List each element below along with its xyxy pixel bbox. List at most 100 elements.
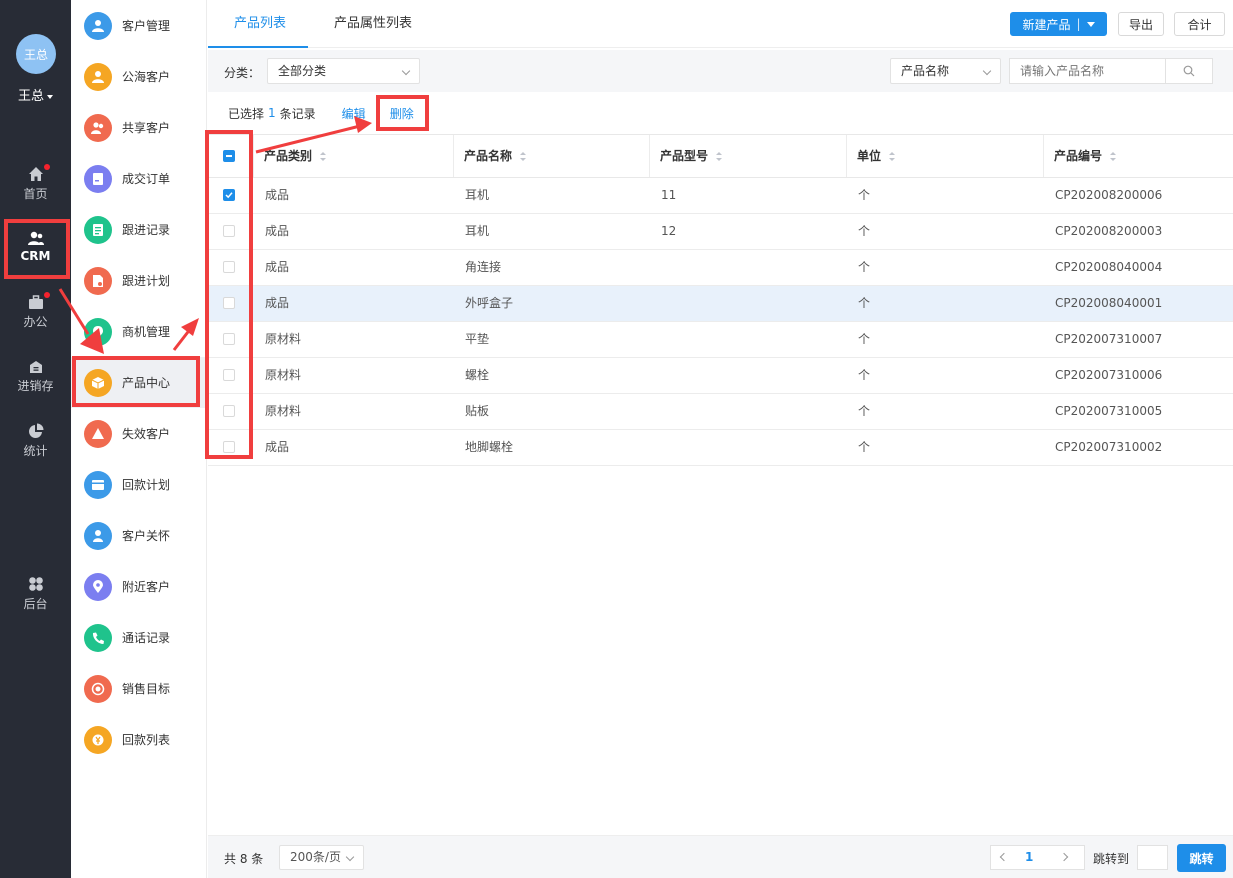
cell-name: 平垫 <box>465 332 490 346</box>
main-content: 产品列表 产品属性列表 新建产品 | 导出 合计 分类： 全部分类 产品名称 已… <box>208 0 1233 878</box>
submenu-label: 跟进计划 <box>122 274 171 288</box>
rail-item-inventory[interactable]: 进销存 <box>0 360 71 394</box>
submenu-item-call-records[interactable]: 通话记录 <box>71 612 207 663</box>
column-header-category[interactable]: 产品类别 <box>253 135 453 177</box>
product-table: 产品类别 产品名称 产品型号 单位 产品编号 成品 耳机 11 个 CP20200820… <box>208 134 1233 466</box>
submenu-item-customer-care[interactable]: 客户关怀 <box>71 510 207 561</box>
export-button[interactable]: 导出 <box>1118 12 1164 36</box>
column-title: 产品型号 <box>660 149 709 163</box>
avatar[interactable]: 王总 <box>16 34 56 74</box>
table-row[interactable]: 成品 外呼盒子 个 CP202008040001 <box>208 286 1233 322</box>
submenu-item-shared-customers[interactable]: 共享客户 <box>71 102 207 153</box>
search-field-select[interactable]: 产品名称 <box>890 58 1001 84</box>
submenu-item-followup-plans[interactable]: 跟进计划 <box>71 255 207 306</box>
rail-label: 进销存 <box>17 379 54 393</box>
total-button[interactable]: 合计 <box>1174 12 1225 36</box>
table-row[interactable]: 成品 地脚螺栓 个 CP202007310002 <box>208 430 1233 466</box>
search-button[interactable] <box>1165 58 1213 84</box>
rail-item-home[interactable]: 首页 <box>0 166 71 202</box>
home-icon <box>28 167 43 181</box>
person-icon <box>84 62 112 91</box>
notification-dot <box>44 292 50 298</box>
warning-icon <box>84 419 112 448</box>
page-size-select[interactable]: 200条/页 <box>279 845 364 870</box>
tab-product-list[interactable]: 产品列表 <box>234 0 286 48</box>
search-icon <box>1183 65 1195 77</box>
jump-page-input[interactable] <box>1137 845 1168 870</box>
column-header-code[interactable]: 产品编号 <box>1043 135 1233 177</box>
tab-bar: 产品列表 产品属性列表 新建产品 | 导出 合计 <box>208 0 1233 48</box>
submenu-label: 附近客户 <box>122 580 171 594</box>
search-input[interactable] <box>1009 58 1166 84</box>
table-row[interactable]: 原材料 贴板 个 CP202007310005 <box>208 394 1233 430</box>
grid-icon <box>28 577 43 591</box>
pagination-bar: 共 8 条 200条/页 1 跳转到 跳转 <box>208 835 1233 878</box>
cell-category: 成品 <box>265 260 290 274</box>
cell-name: 角连接 <box>465 260 502 274</box>
user-menu[interactable]: 王总 <box>0 85 71 104</box>
cell-model: 12 <box>661 224 677 238</box>
submenu-label: 销售目标 <box>122 682 171 696</box>
cell-model: 11 <box>661 188 677 202</box>
tab-indicator <box>208 46 308 48</box>
column-header-model[interactable]: 产品型号 <box>649 135 846 177</box>
caret-down-icon <box>47 94 53 99</box>
customers-icon <box>84 11 112 40</box>
category-select[interactable]: 全部分类 <box>267 58 420 84</box>
cell-unit: 个 <box>858 332 871 346</box>
caret-down-icon <box>1086 21 1095 27</box>
tab-product-attributes[interactable]: 产品属性列表 <box>334 0 412 48</box>
table-row[interactable]: 原材料 螺栓 个 CP202007310006 <box>208 358 1233 394</box>
submenu-item-customers[interactable]: 客户管理 <box>71 0 207 51</box>
order-icon <box>84 164 112 193</box>
rail-label: 首页 <box>23 187 48 201</box>
cell-model <box>649 430 661 465</box>
new-product-label: 新建产品 <box>1022 17 1071 32</box>
cell-category: 原材料 <box>265 368 302 382</box>
next-page-icon[interactable] <box>1059 852 1069 862</box>
column-header-unit[interactable]: 单位 <box>846 135 1043 177</box>
submenu-item-orders[interactable]: 成交订单 <box>71 153 207 204</box>
sort-icon <box>320 152 327 161</box>
annotation-box-product-center <box>72 356 200 407</box>
notes-icon <box>84 215 112 244</box>
submenu-item-lost-customers[interactable]: 失效客户 <box>71 408 207 459</box>
table-row[interactable]: 成品 耳机 12 个 CP202008200003 <box>208 214 1233 250</box>
pie-chart-icon <box>28 423 43 438</box>
new-product-button[interactable]: 新建产品 | <box>1010 12 1107 36</box>
table-row[interactable]: 原材料 平垫 个 CP202007310007 <box>208 322 1233 358</box>
submenu-item-public-customers[interactable]: 公海客户 <box>71 51 207 102</box>
notification-dot <box>44 164 50 170</box>
submenu-item-followups[interactable]: 跟进记录 <box>71 204 207 255</box>
cell-model <box>649 394 661 429</box>
cell-code: CP202007310002 <box>1055 440 1163 454</box>
column-header-name[interactable]: 产品名称 <box>453 135 649 177</box>
column-title: 产品编号 <box>1054 149 1103 163</box>
column-title: 产品名称 <box>464 149 513 163</box>
submenu-item-payment-list[interactable]: 回款列表 <box>71 714 207 765</box>
submenu-item-payment-plans[interactable]: 回款计划 <box>71 459 207 510</box>
rail-item-admin[interactable]: 后台 <box>0 576 71 612</box>
table-row[interactable]: 成品 角连接 个 CP202008040004 <box>208 250 1233 286</box>
cell-unit: 个 <box>858 404 871 418</box>
submenu-item-nearby-customers[interactable]: 附近客户 <box>71 561 207 612</box>
crm-submenu: 客户管理 公海客户 共享客户 成交订单 跟进记录 跟进计划 商机管理 产品中心 … <box>71 0 207 878</box>
cell-unit: 个 <box>858 224 871 238</box>
cell-model <box>649 286 661 321</box>
cell-unit: 个 <box>858 368 871 382</box>
jump-button[interactable]: 跳转 <box>1177 844 1226 872</box>
current-page[interactable]: 1 <box>1025 850 1033 864</box>
cell-category: 成品 <box>265 296 290 310</box>
submenu-label: 通话记录 <box>122 631 171 645</box>
rail-label: 办公 <box>23 315 48 329</box>
location-icon <box>84 572 112 601</box>
rail-item-stats[interactable]: 统计 <box>0 423 71 459</box>
submenu-label: 共享客户 <box>122 121 171 135</box>
edit-link[interactable]: 编辑 <box>342 105 366 122</box>
submenu-item-opportunities[interactable]: 商机管理 <box>71 306 207 357</box>
table-row[interactable]: 成品 耳机 11 个 CP202008200006 <box>208 178 1233 214</box>
prev-page-icon[interactable] <box>999 852 1009 862</box>
cell-name: 耳机 <box>465 188 490 202</box>
submenu-item-sales-targets[interactable]: 销售目标 <box>71 663 207 714</box>
rail-item-office[interactable]: 办公 <box>0 295 71 330</box>
